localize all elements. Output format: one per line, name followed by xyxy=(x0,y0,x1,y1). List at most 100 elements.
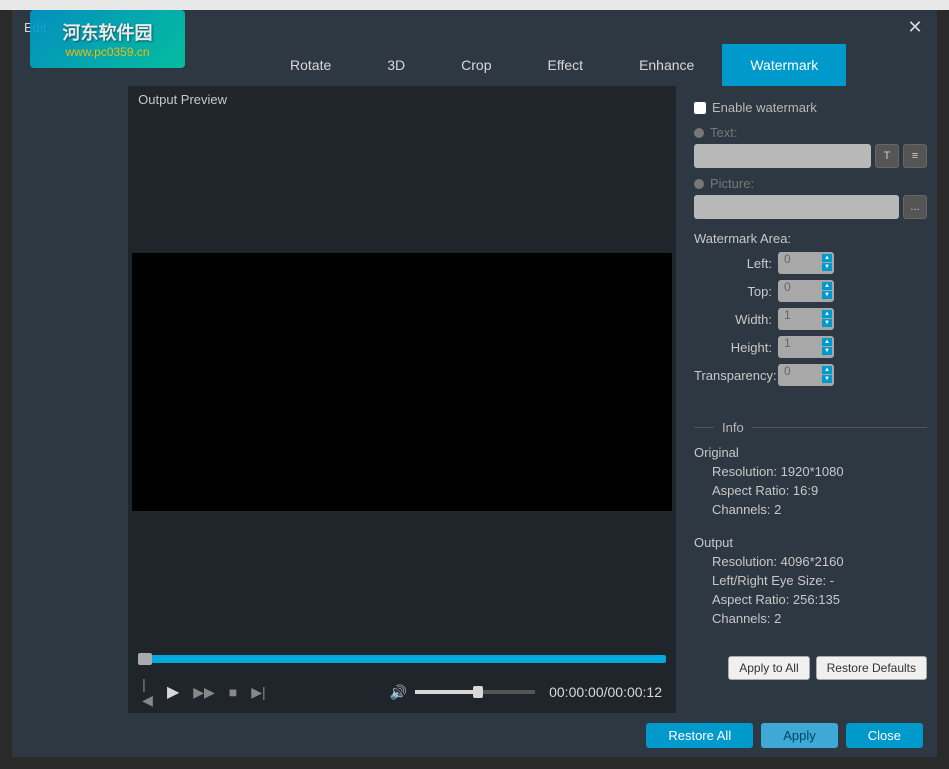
output-preview-label: Output Preview xyxy=(128,86,676,113)
play-icon[interactable]: ▶ xyxy=(167,682,179,702)
volume-group: 🔊 xyxy=(390,684,535,701)
enable-watermark-label: Enable watermark xyxy=(712,100,817,115)
top-row: Top: 0▲▼ xyxy=(694,280,927,302)
time-current: 00:00:00 xyxy=(549,684,604,700)
apply-button[interactable]: Apply xyxy=(761,723,838,748)
height-input[interactable]: 1▲▼ xyxy=(778,336,834,358)
tab-watermark[interactable]: Watermark xyxy=(722,44,846,86)
spinner-up-icon[interactable]: ▲ xyxy=(822,254,832,262)
height-label: Height: xyxy=(694,340,772,355)
spinner-down-icon[interactable]: ▼ xyxy=(822,347,832,355)
tab-rotate[interactable]: Rotate xyxy=(262,44,359,86)
progress-thumb[interactable] xyxy=(138,653,152,665)
top-label: Top: xyxy=(694,284,772,299)
enable-watermark-checkbox[interactable] xyxy=(694,102,706,114)
logo-url-text: www.pc0359.cn xyxy=(65,45,149,59)
apply-to-all-button[interactable]: Apply to All xyxy=(728,656,809,680)
left-input[interactable]: 0▲▼ xyxy=(778,252,834,274)
stop-icon[interactable]: ■ xyxy=(229,684,237,700)
transparency-row: Transparency: 0▲▼ xyxy=(694,364,927,386)
output-heading: Output xyxy=(694,535,927,550)
player-controls: |◀ ▶ ▶▶ ■ ▶| 🔊 00:00:00/00:00:12 xyxy=(128,671,676,713)
output-resolution: Resolution: 4096*2160 xyxy=(694,554,927,569)
fast-forward-icon[interactable]: ▶▶ xyxy=(193,684,215,701)
text-style-icon: T xyxy=(884,150,891,162)
text-input-row: T ≡ xyxy=(694,144,927,168)
time-display: 00:00:00/00:00:12 xyxy=(549,684,662,700)
original-aspect: Aspect Ratio: 16:9 xyxy=(694,483,927,498)
picture-radio-row: Picture: xyxy=(694,176,927,191)
volume-slider[interactable] xyxy=(415,690,535,694)
output-aspect: Aspect Ratio: 256:135 xyxy=(694,592,927,607)
left-label: Left: xyxy=(694,256,772,271)
output-info-group: Output Resolution: 4096*2160 Left/Right … xyxy=(694,535,927,626)
restore-all-button[interactable]: Restore All xyxy=(646,723,753,748)
watermark-text-input[interactable] xyxy=(694,144,871,168)
spinner-up-icon[interactable]: ▲ xyxy=(822,282,832,290)
tab-crop[interactable]: Crop xyxy=(433,44,519,86)
width-row: Width: 1▲▼ xyxy=(694,308,927,330)
volume-icon[interactable]: 🔊 xyxy=(390,684,407,701)
tab-enhance[interactable]: Enhance xyxy=(611,44,722,86)
original-heading: Original xyxy=(694,445,927,460)
left-row: Left: 0▲▼ xyxy=(694,252,927,274)
text-options-icon: ≡ xyxy=(912,150,918,162)
close-footer-button[interactable]: Close xyxy=(846,723,923,748)
next-frame-icon[interactable]: ▶| xyxy=(251,684,265,701)
logo-cn-text: 河东软件园 xyxy=(63,19,153,45)
watermark-area-label: Watermark Area: xyxy=(694,231,927,246)
tab-3d[interactable]: 3D xyxy=(359,44,433,86)
output-channels: Channels: 2 xyxy=(694,611,927,626)
picture-radio[interactable] xyxy=(694,179,704,189)
close-button[interactable]: ✕ xyxy=(905,17,925,38)
left-spacer xyxy=(12,86,128,713)
text-options-button[interactable]: ≡ xyxy=(903,144,927,168)
transparency-label: Transparency: xyxy=(694,368,772,383)
text-style-button[interactable]: T xyxy=(875,144,899,168)
video-progress-bar[interactable] xyxy=(138,655,666,663)
picture-input-row: ... xyxy=(694,195,927,219)
enable-watermark-row: Enable watermark xyxy=(694,100,927,115)
info-header: Info xyxy=(722,420,744,435)
spinner-down-icon[interactable]: ▼ xyxy=(822,375,832,383)
height-row: Height: 1▲▼ xyxy=(694,336,927,358)
volume-thumb[interactable] xyxy=(473,686,483,698)
browse-icon: ... xyxy=(910,201,919,213)
output-eye-size: Left/Right Eye Size: - xyxy=(694,573,927,588)
top-input[interactable]: 0▲▼ xyxy=(778,280,834,302)
volume-fill xyxy=(415,690,475,694)
edit-modal: Edit ✕ Rotate 3D Crop Effect Enhance Wat… xyxy=(12,10,937,757)
tab-effect[interactable]: Effect xyxy=(520,44,612,86)
site-watermark-logo: 河东软件园 www.pc0359.cn xyxy=(30,10,185,68)
bg-top-strip xyxy=(0,0,949,10)
info-section: Info Original Resolution: 1920*1080 Aspe… xyxy=(694,420,927,644)
prev-frame-icon[interactable]: |◀ xyxy=(142,676,153,709)
spinner-up-icon[interactable]: ▲ xyxy=(822,366,832,374)
spinner-down-icon[interactable]: ▼ xyxy=(822,263,832,271)
watermark-picture-input[interactable] xyxy=(694,195,899,219)
preview-area: Output Preview |◀ ▶ ▶▶ ■ ▶| 🔊 xyxy=(128,86,676,713)
video-container xyxy=(128,113,676,651)
original-info-group: Original Resolution: 1920*1080 Aspect Ra… xyxy=(694,445,927,517)
spinner-down-icon[interactable]: ▼ xyxy=(822,291,832,299)
restore-defaults-button[interactable]: Restore Defaults xyxy=(816,656,927,680)
spinner-up-icon[interactable]: ▲ xyxy=(822,338,832,346)
panel-buttons: Apply to All Restore Defaults xyxy=(694,656,927,680)
spinner-down-icon[interactable]: ▼ xyxy=(822,319,832,327)
text-radio-row: Text: xyxy=(694,125,927,140)
close-icon: ✕ xyxy=(907,17,922,37)
picture-radio-label: Picture: xyxy=(710,176,754,191)
content-area: Output Preview |◀ ▶ ▶▶ ■ ▶| 🔊 xyxy=(12,86,937,713)
original-resolution: Resolution: 1920*1080 xyxy=(694,464,927,479)
original-channels: Channels: 2 xyxy=(694,502,927,517)
text-radio[interactable] xyxy=(694,128,704,138)
picture-browse-button[interactable]: ... xyxy=(903,195,927,219)
width-label: Width: xyxy=(694,312,772,327)
transparency-input[interactable]: 0▲▼ xyxy=(778,364,834,386)
video-canvas xyxy=(132,253,672,511)
spinner-up-icon[interactable]: ▲ xyxy=(822,310,832,318)
width-input[interactable]: 1▲▼ xyxy=(778,308,834,330)
footer-buttons: Restore All Apply Close xyxy=(12,713,937,757)
text-radio-label: Text: xyxy=(710,125,737,140)
info-divider: Info xyxy=(694,420,927,435)
